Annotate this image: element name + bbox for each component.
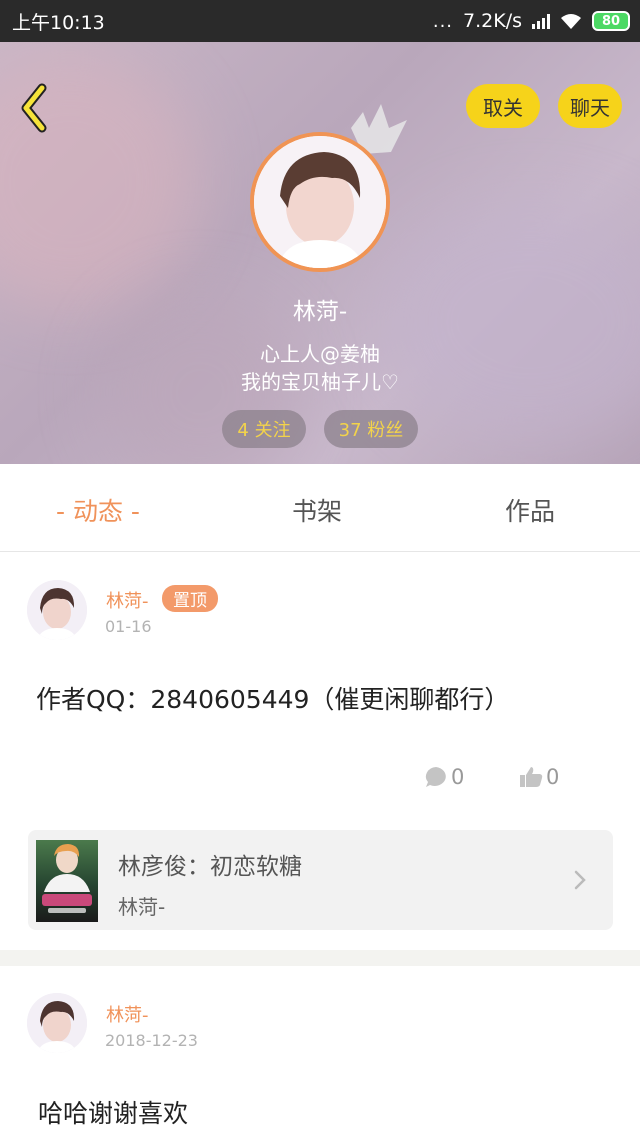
like-count: 0 [546,765,560,789]
avatar-portrait [254,136,386,268]
battery-icon: 80 [592,11,630,31]
profile-name: 林菏- [292,299,348,325]
comment-count: 0 [451,765,465,789]
book-title: 林彦俊：初恋软糖 [118,854,302,880]
chevron-right-icon [574,870,586,890]
status-bar: 上午10:13 ... 7.2K/s 80 [0,0,640,42]
like-button[interactable]: 0 [519,765,559,789]
post-avatar[interactable] [27,993,87,1053]
post-date: 01-16 [105,617,152,636]
post-avatar[interactable] [27,580,87,640]
profile-tabs: - 动态 - 书架 作品 [0,464,640,552]
chat-button[interactable]: 聊天 [558,84,622,128]
book-cover-art [42,844,92,913]
tab-dynamic[interactable]: - 动态 - [56,492,140,528]
network-speed: 7.2K/s [463,10,522,32]
back-arrow-icon[interactable] [14,80,58,136]
post-avatar-portrait [27,580,87,640]
wifi-icon [561,14,581,29]
profile-header: 取关 聊天 林菏- 心上人@姜柚 我的宝贝柚子儿♡ 4 关注 37 粉丝 [0,42,640,464]
bio-line-1: 心上人@姜柚 [260,342,380,366]
thumbs-up-icon [520,767,543,787]
comment-icon [425,767,446,787]
post-divider [0,950,640,966]
fans-count[interactable]: 37 粉丝 [324,410,418,448]
profile-screen: { "status_bar": { "time": "上午10:13", "do… [0,0,640,1138]
signal-icon [532,13,550,29]
pinned-badge: 置顶 [162,585,218,612]
book-card[interactable]: 林彦俊：初恋软糖 林菏- [28,830,613,930]
post-author[interactable]: 林菏- [106,1001,149,1027]
comment-button[interactable]: 0 [424,765,464,789]
unfollow-button[interactable]: 取关 [466,84,540,128]
book-author: 林菏- [118,895,166,919]
post-avatar-portrait [27,993,87,1053]
profile-avatar[interactable] [250,132,390,272]
book-cover [36,840,98,922]
more-dots: ... [432,10,454,32]
post-text: 作者QQ：2840605449（催更闲聊都行） [36,685,510,714]
tab-bookshelf[interactable]: 书架 [292,492,342,528]
bio-line-2: 我的宝贝柚子儿♡ [241,370,399,394]
profile-bio: 心上人@姜柚 我的宝贝柚子儿♡ [0,340,640,396]
tab-works[interactable]: 作品 [505,492,555,528]
follows-count[interactable]: 4 关注 [222,410,306,448]
post-author[interactable]: 林菏- [106,587,149,613]
post-date: 2018-12-23 [105,1031,198,1050]
status-indicators: ... 7.2K/s 80 [433,10,630,32]
post-text: 哈哈谢谢喜欢 [38,1099,189,1128]
status-time: 上午10:13 [12,11,105,34]
